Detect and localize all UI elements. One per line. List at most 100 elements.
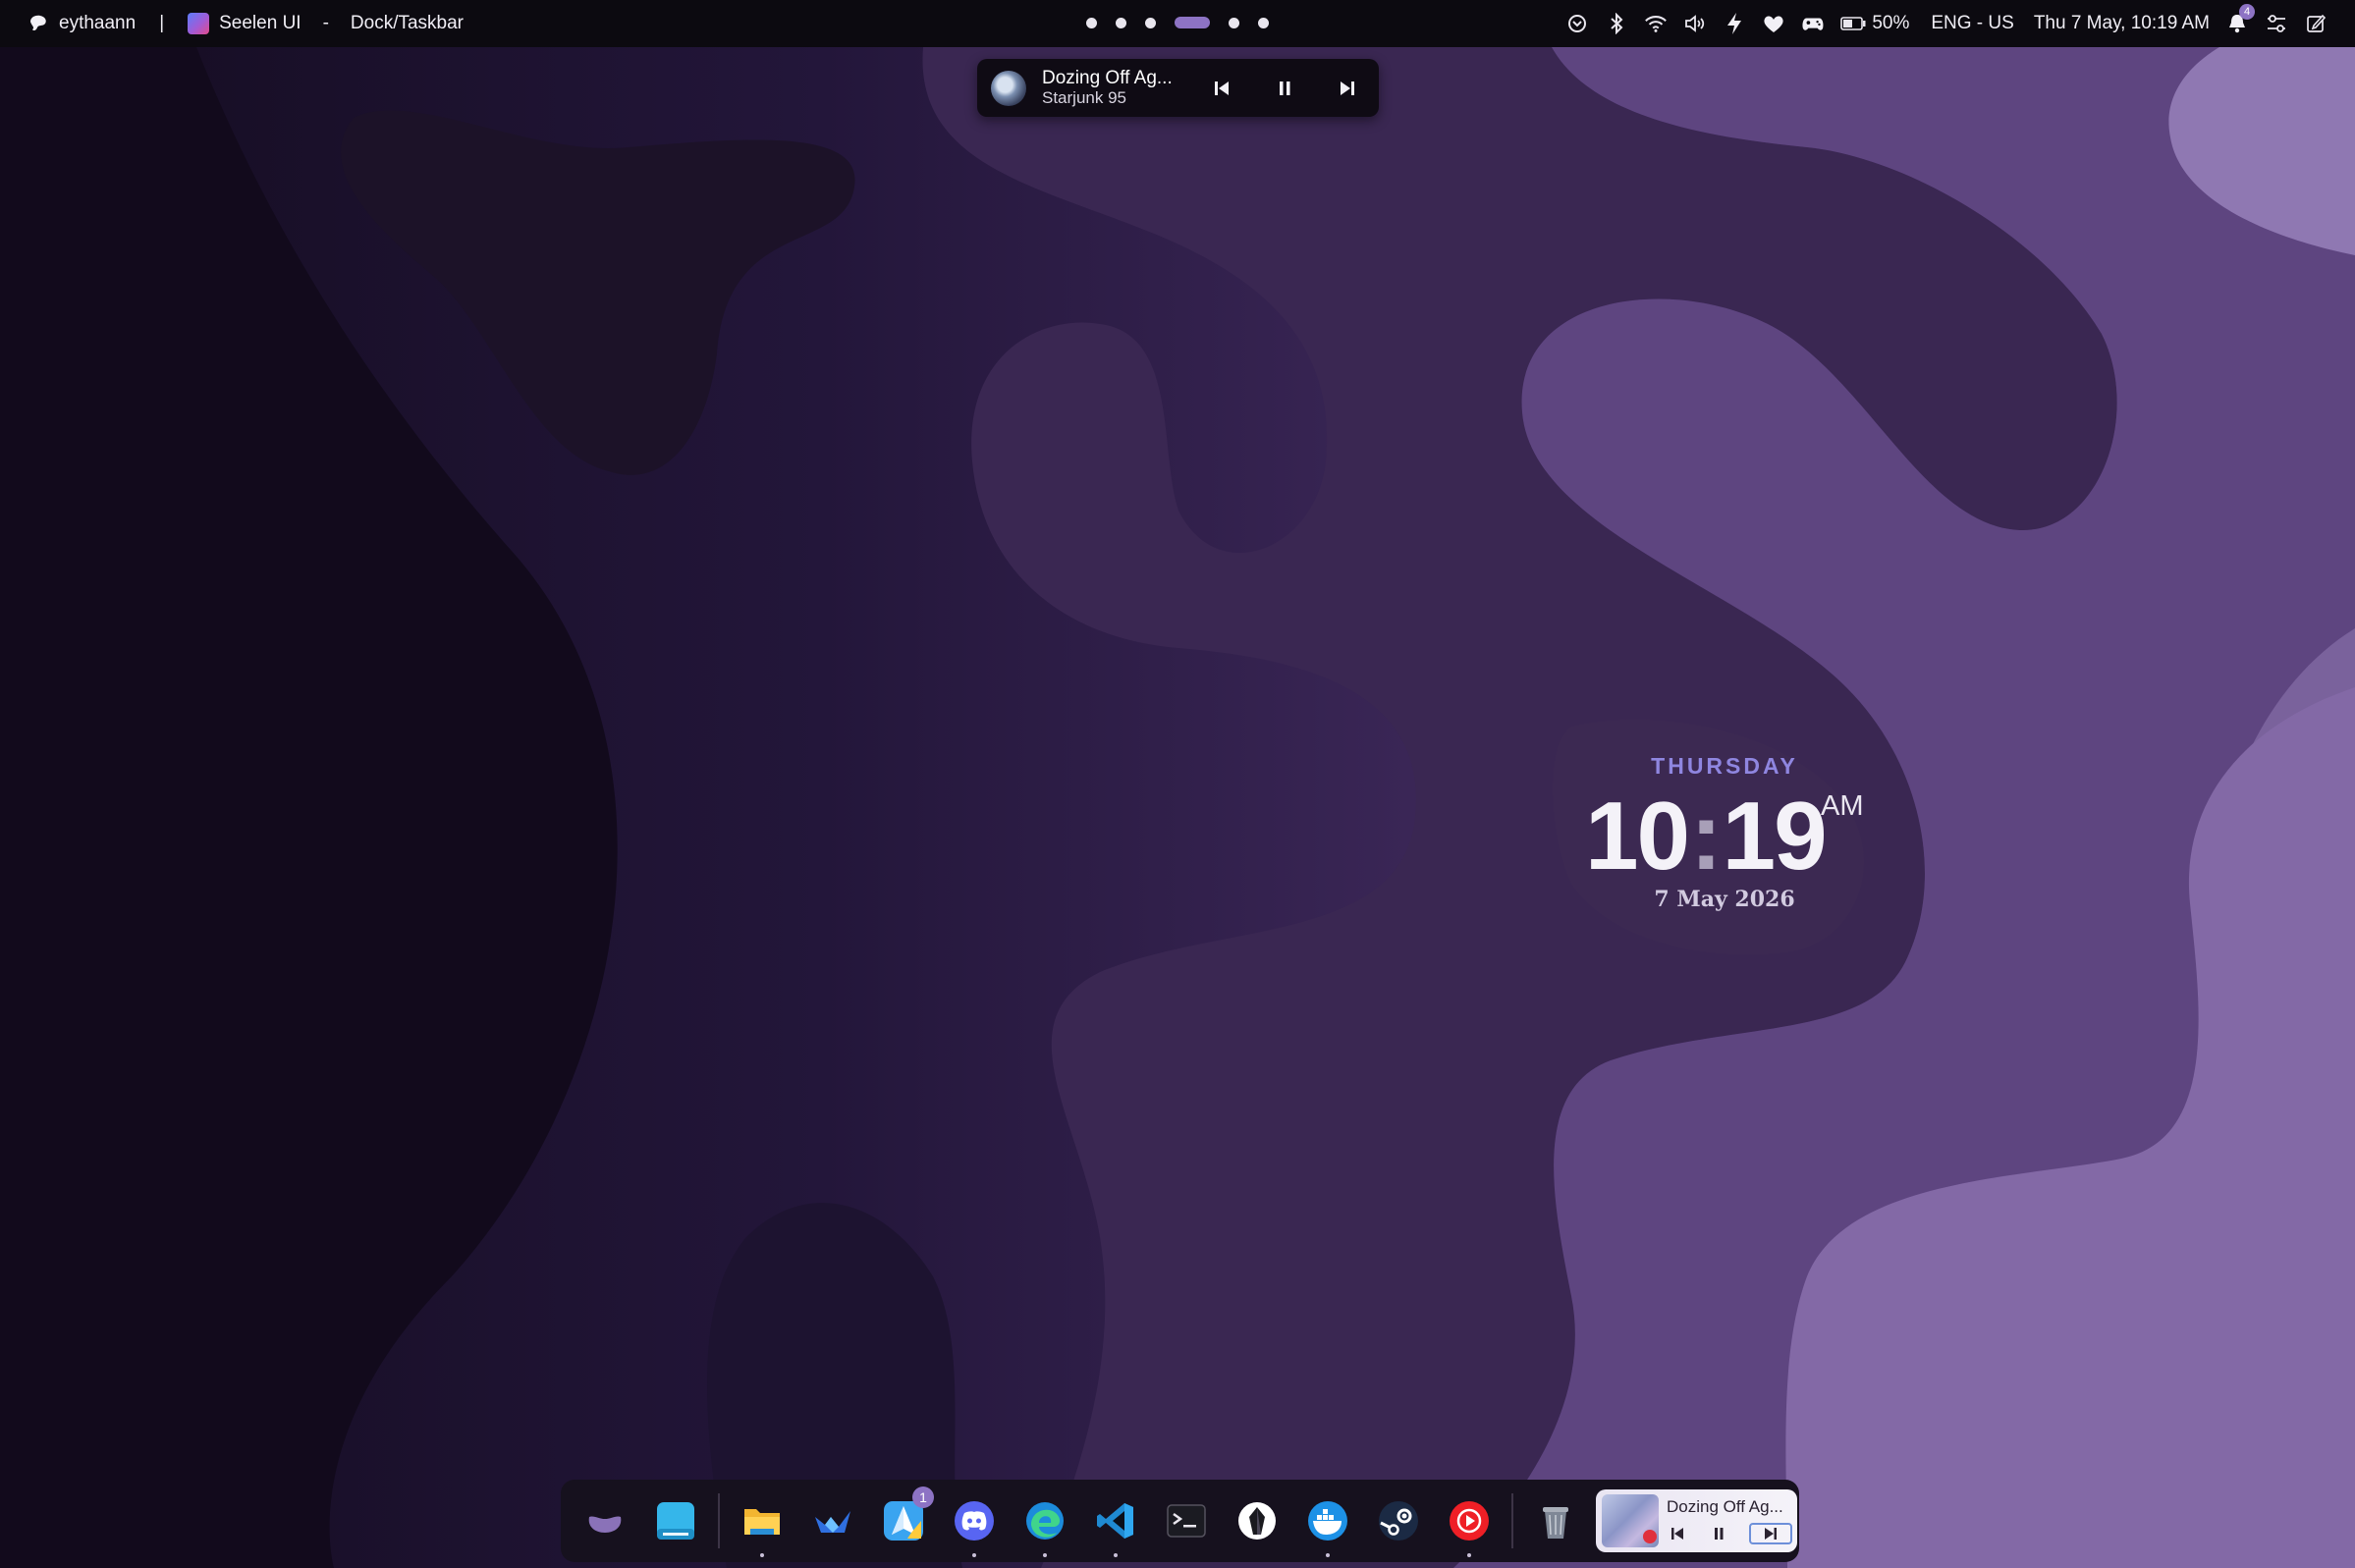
media-player-popup[interactable]: Dozing Off Ag... Starjunk 95 <box>977 59 1379 117</box>
dock-item-docker[interactable] <box>1297 1490 1358 1557</box>
clock-time: 10:19 <box>1585 781 1828 892</box>
next-icon <box>1341 81 1354 95</box>
volume-icon[interactable] <box>1683 12 1707 35</box>
pause-icon <box>1715 1528 1724 1540</box>
date-time[interactable]: Thu 7 May, 10:19 AM <box>2034 13 2210 34</box>
media-title: Dozing Off Ag... <box>1042 67 1173 88</box>
dock-media-player[interactable]: Dozing Off Ag... <box>1596 1489 1797 1552</box>
workspace-dot-6[interactable] <box>1258 17 1269 28</box>
dock-item-terminal[interactable] <box>1156 1490 1217 1551</box>
dock-separator <box>718 1493 720 1548</box>
clock-ampm: AM <box>1821 790 1864 822</box>
system-tray: 50% ENG - US Thu 7 May, 10:19 AM 4 <box>1565 0 2328 47</box>
workspace-dot-4[interactable] <box>1175 17 1210 28</box>
focused-app-name: Seelen UI <box>219 13 301 33</box>
next-icon <box>1765 1528 1777 1540</box>
previous-icon <box>1671 1528 1683 1540</box>
clock-date: 7 May 2026 <box>1654 887 1795 912</box>
dock-separator <box>1511 1493 1513 1548</box>
dock-media-controls <box>1667 1523 1792 1544</box>
clock-colon: : <box>1690 782 1723 890</box>
dock-badge: 1 <box>912 1487 934 1508</box>
docker-icon <box>1305 1498 1350 1543</box>
dock-item-steam[interactable] <box>1368 1490 1429 1551</box>
workspace-dot-2[interactable] <box>1116 17 1126 28</box>
pause-button[interactable] <box>1272 76 1297 101</box>
media-meta: Dozing Off Ag... Starjunk 95 <box>1042 67 1189 108</box>
file-explorer-icon <box>739 1498 785 1543</box>
quick-settings-icon[interactable] <box>2265 12 2288 35</box>
notification-badge: 4 <box>2239 4 2255 20</box>
tray-expand-icon[interactable] <box>1565 12 1589 35</box>
focused-window-title: Dock/Taskbar <box>350 13 465 33</box>
desktop-clock-widget: THURSDAY 10:19 AM 7 May 2026 <box>1567 731 1882 957</box>
windsurf-icon <box>810 1498 855 1543</box>
top-bar: eythaann | Seelen UI - Dock/Taskbar 50% … <box>0 0 2355 47</box>
terminal-icon <box>1164 1498 1209 1543</box>
title-separator: - <box>322 13 329 33</box>
desktop-wallpaper <box>0 0 2355 1568</box>
running-indicator <box>972 1553 976 1557</box>
dock-media-title: Dozing Off Ag... <box>1667 1497 1783 1516</box>
dock-item-edge[interactable] <box>1014 1490 1075 1557</box>
battery-icon <box>1840 17 1866 30</box>
dock-next-button[interactable] <box>1749 1523 1792 1544</box>
dock-previous-button[interactable] <box>1667 1523 1688 1544</box>
media-controls <box>1209 76 1360 101</box>
dock-item-launcher[interactable] <box>575 1490 635 1551</box>
obsidian-icon <box>1234 1498 1280 1543</box>
dock-media-body: Dozing Off Ag... <box>1667 1497 1792 1544</box>
running-indicator <box>1326 1553 1330 1557</box>
dock-item-recycle-bin[interactable] <box>1525 1490 1586 1551</box>
clock-minutes: 19 <box>1722 782 1828 890</box>
user-avatar-icon[interactable] <box>27 13 49 34</box>
dock-media-cover <box>1602 1494 1659 1547</box>
album-art-disc <box>991 70 1026 106</box>
power-charging-icon[interactable] <box>1723 12 1746 35</box>
dock-item-desktop[interactable] <box>645 1490 706 1551</box>
running-indicator <box>760 1553 764 1557</box>
seelen-app-launcher-icon <box>582 1498 628 1543</box>
separator: | <box>159 13 165 33</box>
desktop-icon <box>653 1498 698 1543</box>
previous-track-button[interactable] <box>1209 76 1234 101</box>
dock-taskbar: 1 Dozing Off Ag... <box>561 1480 1799 1562</box>
battery-indicator[interactable]: 50% <box>1840 13 1909 34</box>
dock-item-discord[interactable] <box>944 1490 1005 1557</box>
clock-day: THURSDAY <box>1651 753 1798 779</box>
dock-item-youtube-music[interactable] <box>1439 1490 1500 1557</box>
seelen-app-icon <box>188 13 210 34</box>
steam-icon <box>1376 1498 1421 1543</box>
clock-hours: 10 <box>1585 782 1690 890</box>
workspace-switcher <box>1086 17 1269 28</box>
gamepad-icon[interactable] <box>1801 12 1825 35</box>
workspace-dot-5[interactable] <box>1229 17 1239 28</box>
vscode-icon <box>1093 1498 1138 1543</box>
dock-item-file-explorer[interactable] <box>732 1490 793 1557</box>
top-bar-left: eythaann | Seelen UI - Dock/Taskbar <box>0 13 464 34</box>
wifi-icon[interactable] <box>1644 12 1668 35</box>
battery-percent: 50% <box>1872 13 1910 33</box>
dock-item-windsurf[interactable] <box>802 1490 863 1551</box>
dock-pause-button[interactable] <box>1708 1523 1729 1544</box>
media-artist: Starjunk 95 <box>1042 87 1126 107</box>
notifications-button[interactable]: 4 <box>2225 4 2255 35</box>
dock-item-vscode[interactable] <box>1085 1490 1146 1557</box>
keyboard-language[interactable]: ENG - US <box>1931 13 2013 34</box>
bluetooth-icon[interactable] <box>1605 12 1628 35</box>
heart-icon[interactable] <box>1762 12 1785 35</box>
youtube-music-icon <box>1447 1498 1492 1543</box>
workspace-dot-1[interactable] <box>1086 17 1097 28</box>
recycle-bin-icon <box>1533 1498 1578 1543</box>
pause-icon <box>1280 81 1290 95</box>
edit-icon[interactable] <box>2304 12 2328 35</box>
running-indicator <box>1467 1553 1471 1557</box>
running-indicator <box>1043 1553 1047 1557</box>
user-name[interactable]: eythaann <box>59 13 136 34</box>
discord-icon <box>952 1498 997 1543</box>
dock-item-send-app[interactable]: 1 <box>873 1487 934 1551</box>
edge-icon <box>1022 1498 1068 1543</box>
workspace-dot-3[interactable] <box>1145 17 1156 28</box>
dock-item-obsidian[interactable] <box>1227 1490 1287 1551</box>
next-track-button[interactable] <box>1335 76 1360 101</box>
